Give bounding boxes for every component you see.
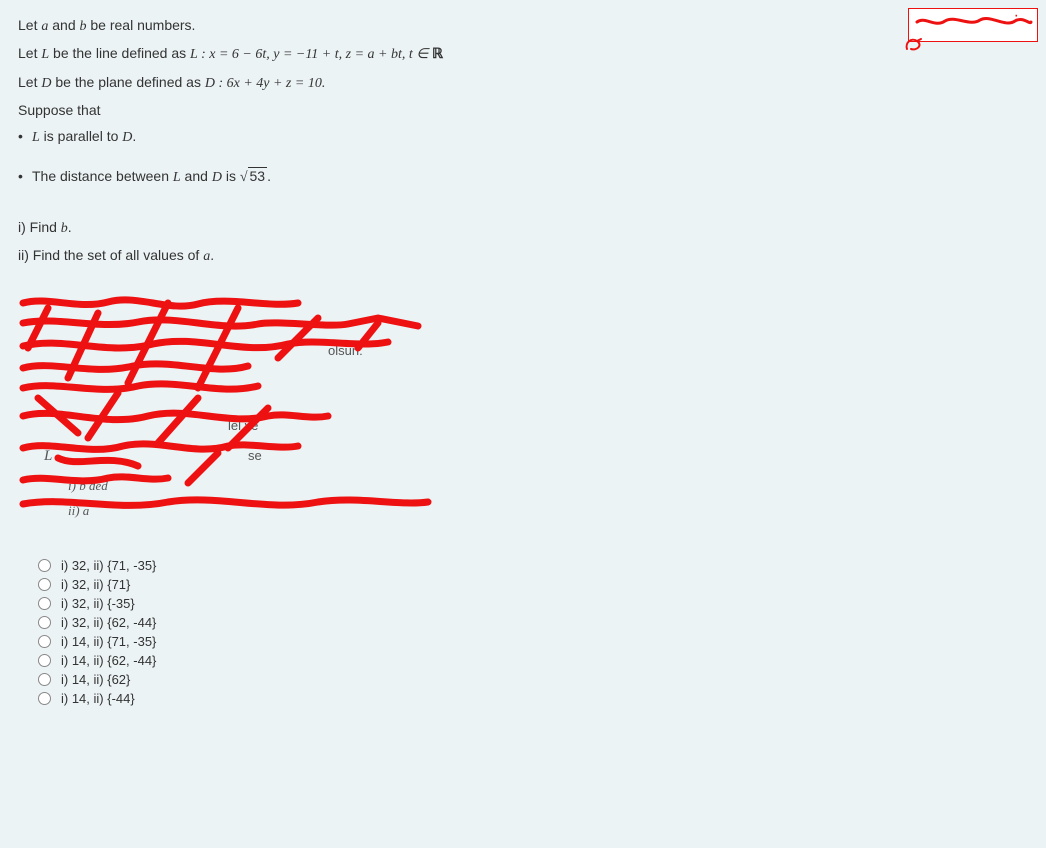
loop-icon: [903, 35, 925, 53]
option-text: i) 32, ii) {71, -35}: [61, 558, 156, 573]
top-right-annotation-box: ·: [908, 8, 1038, 42]
option-text: i) 32, ii) {-35}: [61, 596, 135, 611]
question-line-2: Let L be the line defined as L : x = 6 −…: [18, 42, 1028, 66]
option-5[interactable]: i) 14, ii) {71, -35}: [38, 634, 1028, 649]
radio-icon[interactable]: [38, 559, 51, 572]
question-line-3: Let D be the plane defined as D : 6x + 4…: [18, 71, 1028, 95]
option-text: i) 32, ii) {62, -44}: [61, 615, 156, 630]
option-4[interactable]: i) 32, ii) {62, -44}: [38, 615, 1028, 630]
option-text: i) 14, ii) {-44}: [61, 691, 135, 706]
red-scribble-svg: [18, 288, 468, 518]
part-ii: ii) Find the set of all values of a.: [18, 244, 1028, 268]
option-text: i) 14, ii) {62}: [61, 672, 130, 687]
option-text: i) 14, ii) {62, -44}: [61, 653, 156, 668]
option-3[interactable]: i) 32, ii) {-35}: [38, 596, 1028, 611]
option-1[interactable]: i) 32, ii) {71, -35}: [38, 558, 1028, 573]
radio-icon[interactable]: [38, 673, 51, 686]
radio-icon[interactable]: [38, 635, 51, 648]
answer-options: i) 32, ii) {71, -35} i) 32, ii) {71} i) …: [38, 558, 1028, 706]
radio-icon[interactable]: [38, 692, 51, 705]
option-8[interactable]: i) 14, ii) {-44}: [38, 691, 1028, 706]
bullet-2: The distance between L and D is 53.: [18, 168, 1028, 186]
radio-icon[interactable]: [38, 616, 51, 629]
option-2[interactable]: i) 32, ii) {71}: [38, 577, 1028, 592]
radio-icon[interactable]: [38, 654, 51, 667]
bullet-1: L is parallel to D.: [18, 128, 1028, 146]
option-text: i) 32, ii) {71}: [61, 577, 130, 592]
bullet-list: L is parallel to D. The distance between…: [18, 128, 1028, 186]
radio-icon[interactable]: [38, 578, 51, 591]
option-7[interactable]: i) 14, ii) {62}: [38, 672, 1028, 687]
question-line-1: Let a and b be real numbers.: [18, 14, 1028, 38]
option-6[interactable]: i) 14, ii) {62, -44}: [38, 653, 1028, 668]
suppose-label: Suppose that: [18, 99, 1028, 121]
top-right-scribble: [915, 13, 1033, 31]
radio-icon[interactable]: [38, 597, 51, 610]
option-text: i) 14, ii) {71, -35}: [61, 634, 156, 649]
redaction-scribble-area: olsun: lel ve se L i) b ded ii) a: [18, 288, 468, 518]
part-i: i) Find b.: [18, 216, 1028, 240]
